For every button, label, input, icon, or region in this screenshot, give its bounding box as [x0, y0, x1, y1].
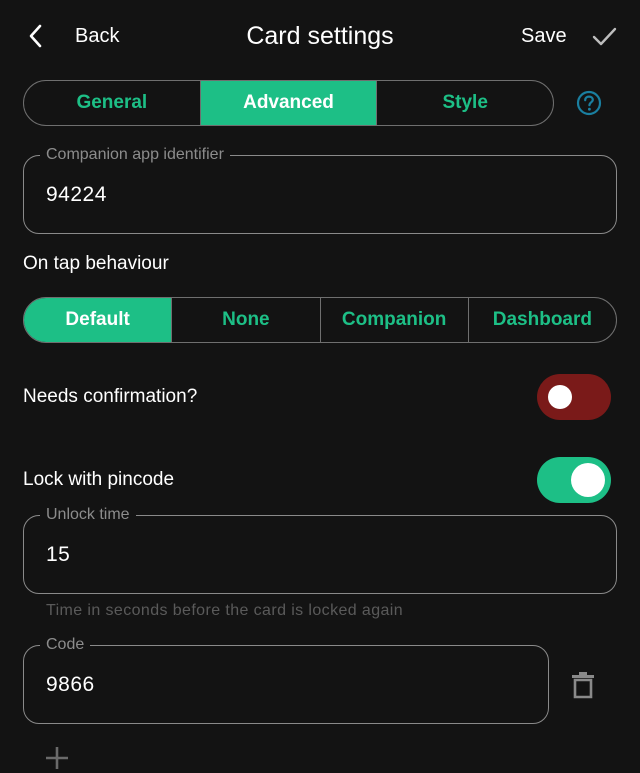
needs-confirmation-label: Needs confirmation?: [23, 386, 198, 407]
option-default[interactable]: Default: [24, 298, 173, 342]
code-field[interactable]: Code 9866: [23, 635, 549, 724]
option-companion[interactable]: Companion: [321, 298, 469, 342]
tab-style[interactable]: Style: [377, 81, 553, 125]
settings-tabs: General Advanced Style: [23, 80, 554, 126]
tab-advanced[interactable]: Advanced: [200, 81, 378, 125]
on-tap-behaviour-selector: Default None Companion Dashboard: [23, 297, 617, 343]
needs-confirmation-toggle[interactable]: [537, 374, 611, 420]
unlock-time-value: 15: [46, 542, 71, 566]
companion-app-identifier-field[interactable]: Companion app identifier 94224: [23, 145, 617, 234]
help-circle-icon[interactable]: [576, 90, 602, 116]
companion-app-identifier-value: 94224: [46, 182, 107, 206]
lock-with-pincode-toggle[interactable]: [537, 457, 611, 503]
check-icon[interactable]: [590, 22, 618, 50]
option-dashboard[interactable]: Dashboard: [469, 298, 616, 342]
on-tap-behaviour-label: On tap behaviour: [23, 253, 169, 274]
save-button[interactable]: Save: [521, 22, 567, 50]
code-value: 9866: [46, 672, 95, 696]
lock-with-pincode-label: Lock with pincode: [23, 469, 175, 490]
unlock-time-field[interactable]: Unlock time 15: [23, 505, 617, 594]
plus-icon[interactable]: [44, 745, 70, 771]
option-none[interactable]: None: [172, 298, 321, 342]
toggle-knob: [548, 385, 572, 409]
trash-icon[interactable]: [570, 670, 596, 700]
tab-general[interactable]: General: [24, 81, 201, 125]
toggle-knob: [571, 463, 605, 497]
unlock-time-helper-text: Time in seconds before the card is locke…: [46, 602, 404, 619]
